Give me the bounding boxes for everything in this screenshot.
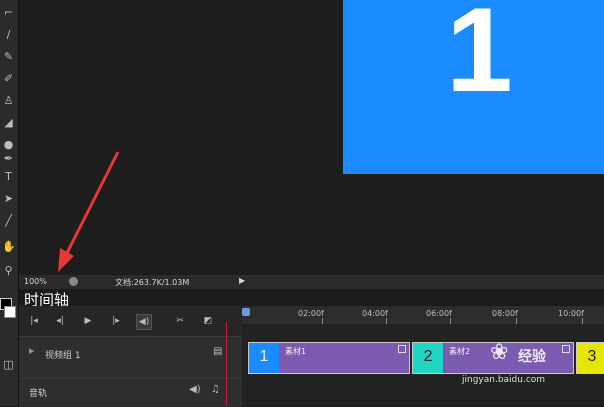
time-ruler[interactable]: 02:00f 04:00f 06:00f 08:00f 10:00f <box>242 306 604 324</box>
film-strip-icon[interactable]: ▤ <box>213 346 222 357</box>
watermark: ❀ 经验 jingyan.baidu.com <box>462 340 602 400</box>
zoom-level[interactable]: 100% <box>24 277 47 286</box>
video-clip[interactable]: 1 素材1 <box>248 342 410 374</box>
ruler-label: 06:00f <box>426 309 452 318</box>
audio-icon[interactable]: ◀) <box>136 314 152 330</box>
speaker-icon[interactable]: ◀) <box>189 384 201 395</box>
background-color-swatch[interactable] <box>4 306 16 318</box>
video-group-track[interactable]: ▶ 视频组 1 ▤ <box>19 336 242 379</box>
clip-thumbnail: 2 <box>413 343 443 373</box>
audio-track-label: 音轨 <box>29 389 48 399</box>
first-frame-icon[interactable]: |◂ <box>27 314 41 328</box>
play-icon[interactable]: ▶ <box>81 314 95 328</box>
next-frame-icon[interactable]: |▸ <box>109 314 123 328</box>
ruler-label: 02:00f <box>298 309 324 318</box>
music-note-icon[interactable]: ♫ <box>211 384 220 395</box>
clip-thumbnail: 1 <box>249 343 279 373</box>
ruler-label: 04:00f <box>362 309 388 318</box>
status-bar: 100% 文档:263.7K/1.03M ▶ <box>19 275 604 289</box>
document-info: 文档:263.7K/1.03M <box>115 278 190 287</box>
playback-controls: |◂ ◂| ▶ |▸ ◀) ✂ ◩ <box>19 306 242 336</box>
ruler-label: 08:00f <box>492 309 518 318</box>
playhead-line <box>226 322 227 406</box>
prev-frame-icon[interactable]: ◂| <box>53 314 67 328</box>
ruler-work-area <box>242 324 604 336</box>
ruler-label: 10:00f <box>558 309 584 318</box>
video-group-label: 视频组 1 <box>45 351 81 361</box>
watermark-url: jingyan.baidu.com <box>462 375 546 385</box>
split-scissors-icon[interactable]: ✂ <box>173 314 187 328</box>
clip-label: 素材1 <box>285 347 307 356</box>
audio-track[interactable]: 音轨 ◀) ♫ <box>19 378 242 407</box>
expand-triangle-icon[interactable]: ▶ <box>29 347 34 355</box>
clip-menu-icon[interactable] <box>398 345 406 353</box>
watermark-name: 经验 <box>518 349 546 365</box>
paw-logo-icon: ❀ <box>490 340 509 365</box>
transition-icon[interactable]: ◩ <box>201 314 215 328</box>
status-menu-arrow-icon[interactable]: ▶ <box>239 276 245 285</box>
playhead-handle[interactable] <box>242 308 250 316</box>
timeline-toggle-icon[interactable] <box>69 277 78 286</box>
